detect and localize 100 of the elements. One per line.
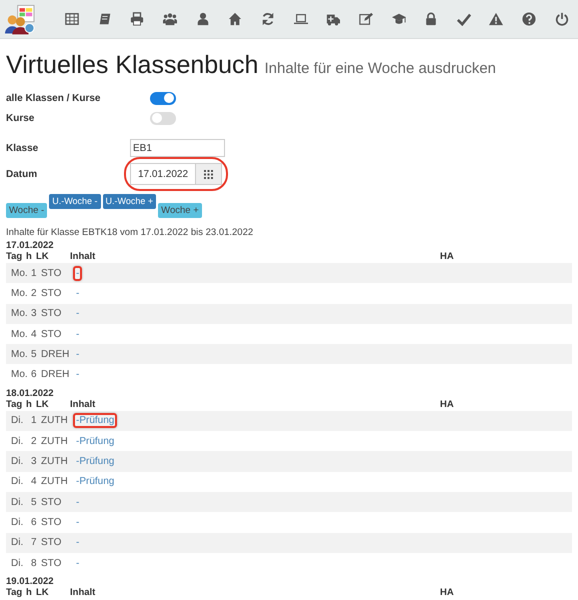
check-icon[interactable]: [456, 12, 471, 26]
day-cell-text: Mo.: [11, 369, 29, 380]
print-icon[interactable]: [130, 12, 144, 26]
toggle-switch[interactable]: [150, 92, 176, 104]
app-logo[interactable]: [5, 2, 36, 36]
day-cell-text: Di.: [11, 496, 24, 508]
book-icon[interactable]: [98, 12, 112, 26]
toggle-label: alle Klassen / Kurse: [6, 92, 102, 104]
column-header: LK: [36, 398, 50, 411]
column-header: Tag: [6, 398, 24, 411]
day-cell-text: Mo.: [11, 288, 29, 299]
content-link[interactable]: -: [73, 326, 82, 342]
content-link[interactable]: -: [73, 556, 82, 570]
field-label: Datum: [6, 168, 38, 180]
column-header: h: [26, 251, 33, 263]
column-header: Inhalt: [70, 251, 96, 263]
content-link[interactable]: -: [73, 306, 82, 322]
teacher-cell-text: DREH: [41, 369, 70, 380]
hour-cell-text: 3: [31, 456, 38, 468]
content-link[interactable]: -Prüfung: [73, 413, 118, 428]
content-link[interactable]: -: [73, 514, 82, 530]
group-icon[interactable]: [163, 12, 178, 26]
content-link[interactable]: -Prüfung: [73, 454, 118, 470]
week-button[interactable]: Woche -: [6, 203, 48, 218]
hour-cell-text: 6: [31, 516, 38, 528]
day-cell-text: Mo.: [11, 348, 29, 360]
laptop-icon[interactable]: [294, 12, 308, 26]
help-icon[interactable]: [522, 12, 536, 26]
day-cell-text: Mo.: [11, 308, 29, 320]
column-header: HA: [440, 398, 454, 411]
day-cell-text: Di.: [11, 476, 24, 488]
table-icon[interactable]: [65, 12, 80, 26]
week-button[interactable]: Woche +: [158, 203, 202, 218]
power-icon[interactable]: [554, 12, 569, 26]
column-header: HA: [440, 251, 454, 263]
teacher-cell-text: ZUTH: [41, 456, 69, 468]
hour-cell-text: 7: [31, 537, 38, 548]
week-button[interactable]: U.-Woche -: [49, 194, 101, 209]
content-link[interactable]: -Prüfung: [73, 434, 118, 449]
warning-icon[interactable]: [489, 12, 504, 26]
class-field[interactable]: EB1: [130, 139, 225, 157]
page-subtitle: Inhalte für eine Woche ausdrucken: [264, 60, 496, 77]
calendar-button[interactable]: [196, 163, 222, 185]
teacher-cell-text: ZUTH: [41, 436, 69, 447]
page-title: Virtuelles Klassenbuch: [6, 51, 258, 80]
content-link[interactable]: -: [73, 535, 82, 550]
content-link[interactable]: -Prüfung: [73, 474, 118, 490]
teacher-cell-text: STO: [41, 537, 62, 548]
day-cell-text: Di.: [11, 456, 24, 468]
teacher-cell-text: STO: [41, 558, 62, 568]
hour-cell-text: 5: [31, 348, 38, 360]
day-cell-text: Di.: [11, 436, 24, 447]
column-header: Tag: [6, 251, 24, 263]
teacher-cell-text: STO: [41, 516, 62, 528]
date-field[interactable]: 17.01.2022: [130, 163, 196, 185]
content-link[interactable]: -: [73, 346, 82, 362]
column-header: h: [26, 587, 33, 600]
day-cell-text: Di.: [11, 415, 24, 426]
hour-cell-text: 8: [31, 558, 38, 568]
hour-cell-text: 2: [31, 436, 38, 447]
day-cell-text: Mo.: [11, 268, 29, 279]
hour-cell-text: 2: [31, 288, 38, 299]
week-button[interactable]: U.-Woche +: [102, 194, 156, 209]
content-link[interactable]: -: [73, 266, 82, 281]
content-link[interactable]: -: [73, 494, 82, 510]
teacher-cell-text: ZUTH: [41, 415, 69, 426]
user-icon[interactable]: [196, 12, 210, 26]
teacher-cell-text: DREH: [41, 348, 70, 360]
teacher-cell-text: STO: [41, 308, 62, 320]
day-cell-text: Di.: [11, 558, 24, 568]
edit-icon[interactable]: [358, 12, 373, 26]
toggle-label: Kurse: [6, 112, 36, 124]
hour-cell-text: 1: [31, 415, 38, 426]
hour-cell-text: 6: [31, 369, 38, 380]
teacher-cell-text: STO: [41, 268, 62, 279]
hour-cell-text: 3: [31, 308, 38, 320]
column-header: h: [26, 398, 33, 411]
grid-icon: [204, 170, 213, 178]
teacher-cell-text: STO: [41, 288, 62, 299]
hour-cell-text: 1: [31, 268, 38, 279]
content-link[interactable]: -: [73, 367, 82, 382]
hour-cell-text: 5: [31, 496, 38, 508]
lock-icon[interactable]: [424, 12, 438, 26]
toggle-switch[interactable]: [150, 112, 176, 124]
refresh-icon[interactable]: [260, 12, 275, 26]
graduation-cap-icon[interactable]: [392, 12, 406, 26]
home-icon[interactable]: [228, 12, 242, 26]
column-header: LK: [36, 587, 50, 600]
day-cell-text: Mo.: [11, 328, 29, 340]
column-header: Inhalt: [70, 587, 96, 600]
teacher-cell-text: STO: [41, 496, 62, 508]
day-heading: 19.01.2022: [6, 576, 55, 588]
column-header: HA: [440, 587, 454, 600]
content-link[interactable]: -: [73, 286, 82, 301]
day-cell-text: Di.: [11, 537, 24, 548]
column-header: Inhalt: [70, 398, 96, 411]
teacher-cell-text: ZUTH: [41, 476, 69, 488]
day-heading: 18.01.2022: [6, 388, 55, 399]
ambulance-icon[interactable]: [326, 12, 340, 26]
field-label: Klasse: [6, 142, 40, 154]
